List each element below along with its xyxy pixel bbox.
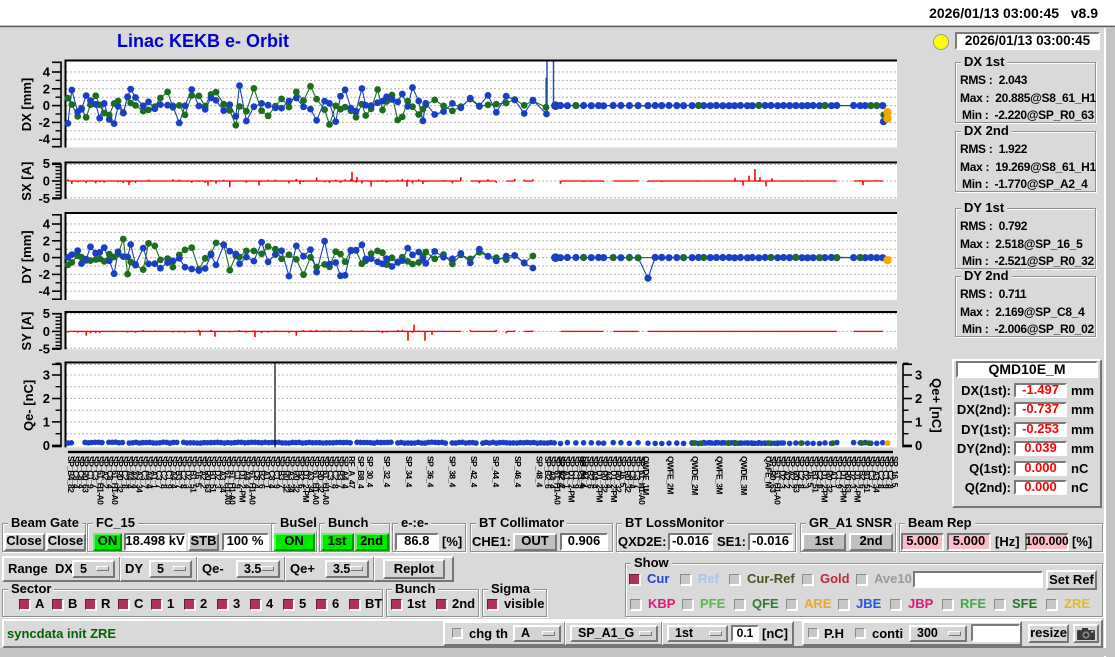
svg-text:SP_38_4: SP_38_4 xyxy=(447,456,457,488)
svg-text:4: 4 xyxy=(43,65,51,80)
svg-text:2: 2 xyxy=(43,81,50,96)
svg-text:SP_B8_4: SP_B8_4 xyxy=(356,456,366,489)
svg-text:QWFE_3M: QWFE_3M xyxy=(715,456,725,494)
svg-text:3: 3 xyxy=(43,368,50,383)
svg-text:-2: -2 xyxy=(38,267,50,282)
svg-text:4: 4 xyxy=(43,217,51,232)
svg-text:SP_44_4: SP_44_4 xyxy=(491,456,501,488)
svg-text:SP_34_4: SP_34_4 xyxy=(404,456,414,488)
svg-text:0: 0 xyxy=(43,250,50,265)
svg-text:QWDE_3M: QWDE_3M xyxy=(739,456,749,495)
svg-text:0: 0 xyxy=(43,174,50,189)
svg-text:SX [A]: SX [A] xyxy=(19,162,34,201)
svg-text:2: 2 xyxy=(43,233,50,248)
svg-text:SP_32_4: SP_32_4 xyxy=(382,456,392,488)
svg-text:5: 5 xyxy=(43,306,50,321)
svg-text:Qe- [nC]: Qe- [nC] xyxy=(21,380,36,431)
svg-text:-2: -2 xyxy=(38,115,50,130)
svg-text:-4: -4 xyxy=(38,132,50,147)
svg-text:0: 0 xyxy=(43,324,50,339)
svg-text:-5: -5 xyxy=(38,342,50,357)
svg-text:SY [A]: SY [A] xyxy=(19,312,34,351)
svg-text:-4: -4 xyxy=(38,284,50,299)
svg-text:5: 5 xyxy=(43,156,50,171)
svg-text:2: 2 xyxy=(43,391,50,406)
svg-text:QWFE_2M: QWFE_2M xyxy=(666,456,676,494)
svg-text:QWDE_1M: QWDE_1M xyxy=(641,456,651,495)
svg-text:2: 2 xyxy=(915,391,922,406)
svg-text:0: 0 xyxy=(43,98,50,113)
svg-text:RF_A_47: RF_A_47 xyxy=(347,456,357,489)
svg-text:3: 3 xyxy=(915,368,922,383)
svg-text:SP_36_4: SP_36_4 xyxy=(426,456,436,488)
svg-text:QWDE_2M: QWDE_2M xyxy=(690,456,700,495)
svg-text:Qe+ [nC]: Qe+ [nC] xyxy=(929,378,944,433)
svg-text:DX [mm]: DX [mm] xyxy=(19,78,34,131)
svg-text:SP_42_4: SP_42_4 xyxy=(469,456,479,488)
svg-text:SP_46_4: SP_46_4 xyxy=(513,456,523,488)
svg-text:SP_16_5: SP_16_5 xyxy=(890,456,900,488)
svg-text:-5: -5 xyxy=(38,191,50,206)
svg-text:DY [mm]: DY [mm] xyxy=(19,230,34,283)
svg-text:0: 0 xyxy=(43,438,50,453)
svg-text:SP_30_4: SP_30_4 xyxy=(365,456,375,488)
svg-text:1: 1 xyxy=(43,414,50,429)
svg-text:1: 1 xyxy=(915,414,922,429)
svg-text:0: 0 xyxy=(915,438,922,453)
